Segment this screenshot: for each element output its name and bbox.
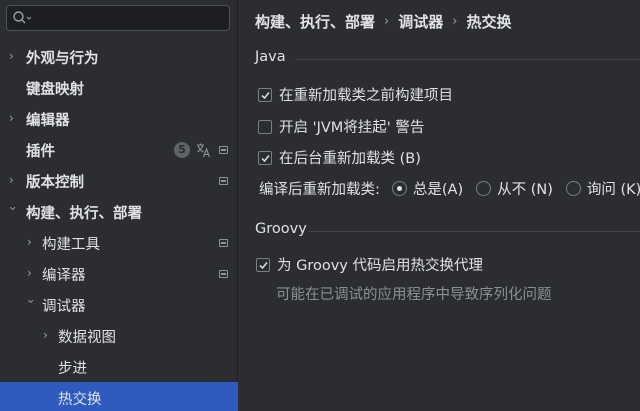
reload-in-background-checkbox[interactable]	[258, 150, 272, 165]
sidebar-item-editor[interactable]: › 编辑器	[0, 103, 238, 134]
sidebar-item-label: 步进	[58, 361, 87, 377]
reload-after-compile-row: 编译后重新加载类: 总是(A) 从不 (N) 询问 (K)	[259, 178, 640, 199]
sidebar-item-label: 热交换	[58, 392, 102, 408]
section-divider	[295, 59, 640, 60]
chevron-right-icon[interactable]: ›	[43, 329, 53, 341]
updates-count-badge: 5	[174, 142, 190, 158]
breadcrumb-separator: ›	[452, 14, 458, 29]
breadcrumb-separator: ›	[384, 14, 390, 29]
groovy-hotswap-agent-option[interactable]: 为 Groovy 代码启用热交换代理	[256, 254, 483, 275]
reload-ask-radio[interactable]	[565, 181, 581, 196]
section-divider	[309, 231, 640, 232]
chevron-right-icon[interactable]: ›	[9, 174, 19, 186]
sidebar-item-build-tools[interactable]: › 构建工具	[0, 227, 238, 258]
jvm-suspend-warning-checkbox[interactable]	[258, 119, 272, 134]
reload-ask-option[interactable]: 询问 (K)	[565, 178, 640, 199]
sidebar-item-stepping[interactable]: 步进	[0, 351, 238, 382]
breadcrumb-item[interactable]: 构建、执行、部署	[255, 11, 375, 32]
groovy-section-title: Groovy	[255, 221, 307, 237]
reload-always-radio[interactable]	[391, 181, 407, 196]
sidebar-item-keymap[interactable]: 键盘映射	[0, 72, 238, 103]
reload-after-compile-label: 编译后重新加载类:	[259, 182, 380, 198]
chevron-right-icon[interactable]: ›	[9, 112, 19, 124]
settings-sidebar: › 外观与行为 键盘映射 › 编辑器 插件 5 › 版本控制 › 构建、执行、部…	[0, 0, 238, 411]
chevron-right-icon[interactable]: ›	[9, 50, 19, 62]
sidebar-item-plugins[interactable]: 插件 5	[0, 134, 238, 165]
groovy-hotswap-agent-label: 为 Groovy 代码启用热交换代理	[277, 258, 484, 274]
reload-in-background-label: 在后台重新加载类 (B)	[279, 151, 421, 167]
sidebar-item-label: 数据视图	[58, 330, 116, 346]
translate-icon	[197, 143, 210, 158]
breadcrumb-item[interactable]: 调试器	[398, 11, 443, 32]
sidebar-item-label: 构建工具	[42, 237, 100, 253]
reload-never-radio[interactable]	[476, 181, 492, 196]
settings-content-panel: 构建、执行、部署 › 调试器 › 热交换 Java 在重新加载类之前构建项目 开…	[239, 0, 640, 411]
sidebar-item-version-control[interactable]: › 版本控制	[0, 165, 238, 196]
reload-in-background-option[interactable]: 在后台重新加载类 (B)	[258, 147, 421, 168]
chevron-right-icon[interactable]: ›	[27, 236, 37, 248]
build-before-reload-option[interactable]: 在重新加载类之前构建项目	[258, 84, 453, 105]
sidebar-item-label: 调试器	[42, 299, 86, 315]
settings-search-field[interactable]	[6, 5, 230, 31]
jvm-suspend-warning-label: 开启 'JVM将挂起' 警告	[279, 120, 425, 136]
sidebar-item-label: 编辑器	[26, 113, 70, 129]
sidebar-item-label: 构建、执行、部署	[26, 206, 142, 222]
search-icon	[13, 11, 32, 24]
reload-never-label: 从不 (N)	[497, 182, 553, 198]
reload-never-option[interactable]: 从不 (N)	[476, 178, 553, 199]
sidebar-item-compiler[interactable]: › 编译器	[0, 258, 238, 289]
build-before-reload-label: 在重新加载类之前构建项目	[279, 88, 453, 104]
project-level-icon	[219, 239, 228, 247]
sidebar-item-build-execution-deployment[interactable]: › 构建、执行、部署	[0, 196, 238, 227]
checkmark-icon	[261, 91, 270, 99]
chevron-right-icon[interactable]: ›	[27, 267, 37, 279]
checkmark-icon	[259, 261, 268, 269]
sidebar-item-hotswap[interactable]: 热交换	[0, 382, 238, 411]
sidebar-item-debugger[interactable]: › 调试器	[0, 289, 238, 320]
search-input[interactable]	[35, 8, 225, 28]
chevron-down-icon[interactable]: ›	[6, 206, 20, 216]
sidebar-item-label: 编译器	[42, 268, 86, 284]
java-section-title: Java	[255, 49, 286, 65]
settings-tree: › 外观与行为 键盘映射 › 编辑器 插件 5 › 版本控制 › 构建、执行、部…	[0, 41, 238, 411]
sidebar-item-label: 插件	[26, 144, 55, 160]
groovy-hotswap-agent-checkbox[interactable]	[256, 257, 270, 272]
reload-always-option[interactable]: 总是(A)	[391, 178, 464, 199]
breadcrumb: 构建、执行、部署 › 调试器 › 热交换	[255, 11, 511, 32]
project-level-icon	[219, 177, 228, 185]
sidebar-item-label: 版本控制	[26, 175, 84, 191]
breadcrumb-item-current: 热交换	[466, 13, 512, 31]
sidebar-item-label: 键盘映射	[26, 82, 84, 98]
sidebar-item-data-views[interactable]: › 数据视图	[0, 320, 238, 351]
sidebar-item-label: 外观与行为	[26, 51, 99, 67]
jvm-suspend-warning-option[interactable]: 开启 'JVM将挂起' 警告	[258, 116, 424, 137]
checkmark-icon	[261, 154, 270, 162]
project-level-icon	[219, 270, 228, 278]
reload-always-label: 总是(A)	[412, 182, 464, 198]
reload-ask-label: 询问 (K)	[586, 182, 640, 198]
reload-after-compile-radio-group: 总是(A) 从不 (N) 询问 (K)	[391, 178, 640, 199]
groovy-hint-text: 可能在已调试的应用程序中导致序列化问题	[276, 287, 552, 303]
sidebar-item-appearance-behavior[interactable]: › 外观与行为	[0, 41, 238, 72]
build-before-reload-checkbox[interactable]	[258, 87, 272, 102]
project-level-icon	[219, 146, 228, 154]
chevron-down-icon[interactable]: ›	[24, 299, 38, 309]
